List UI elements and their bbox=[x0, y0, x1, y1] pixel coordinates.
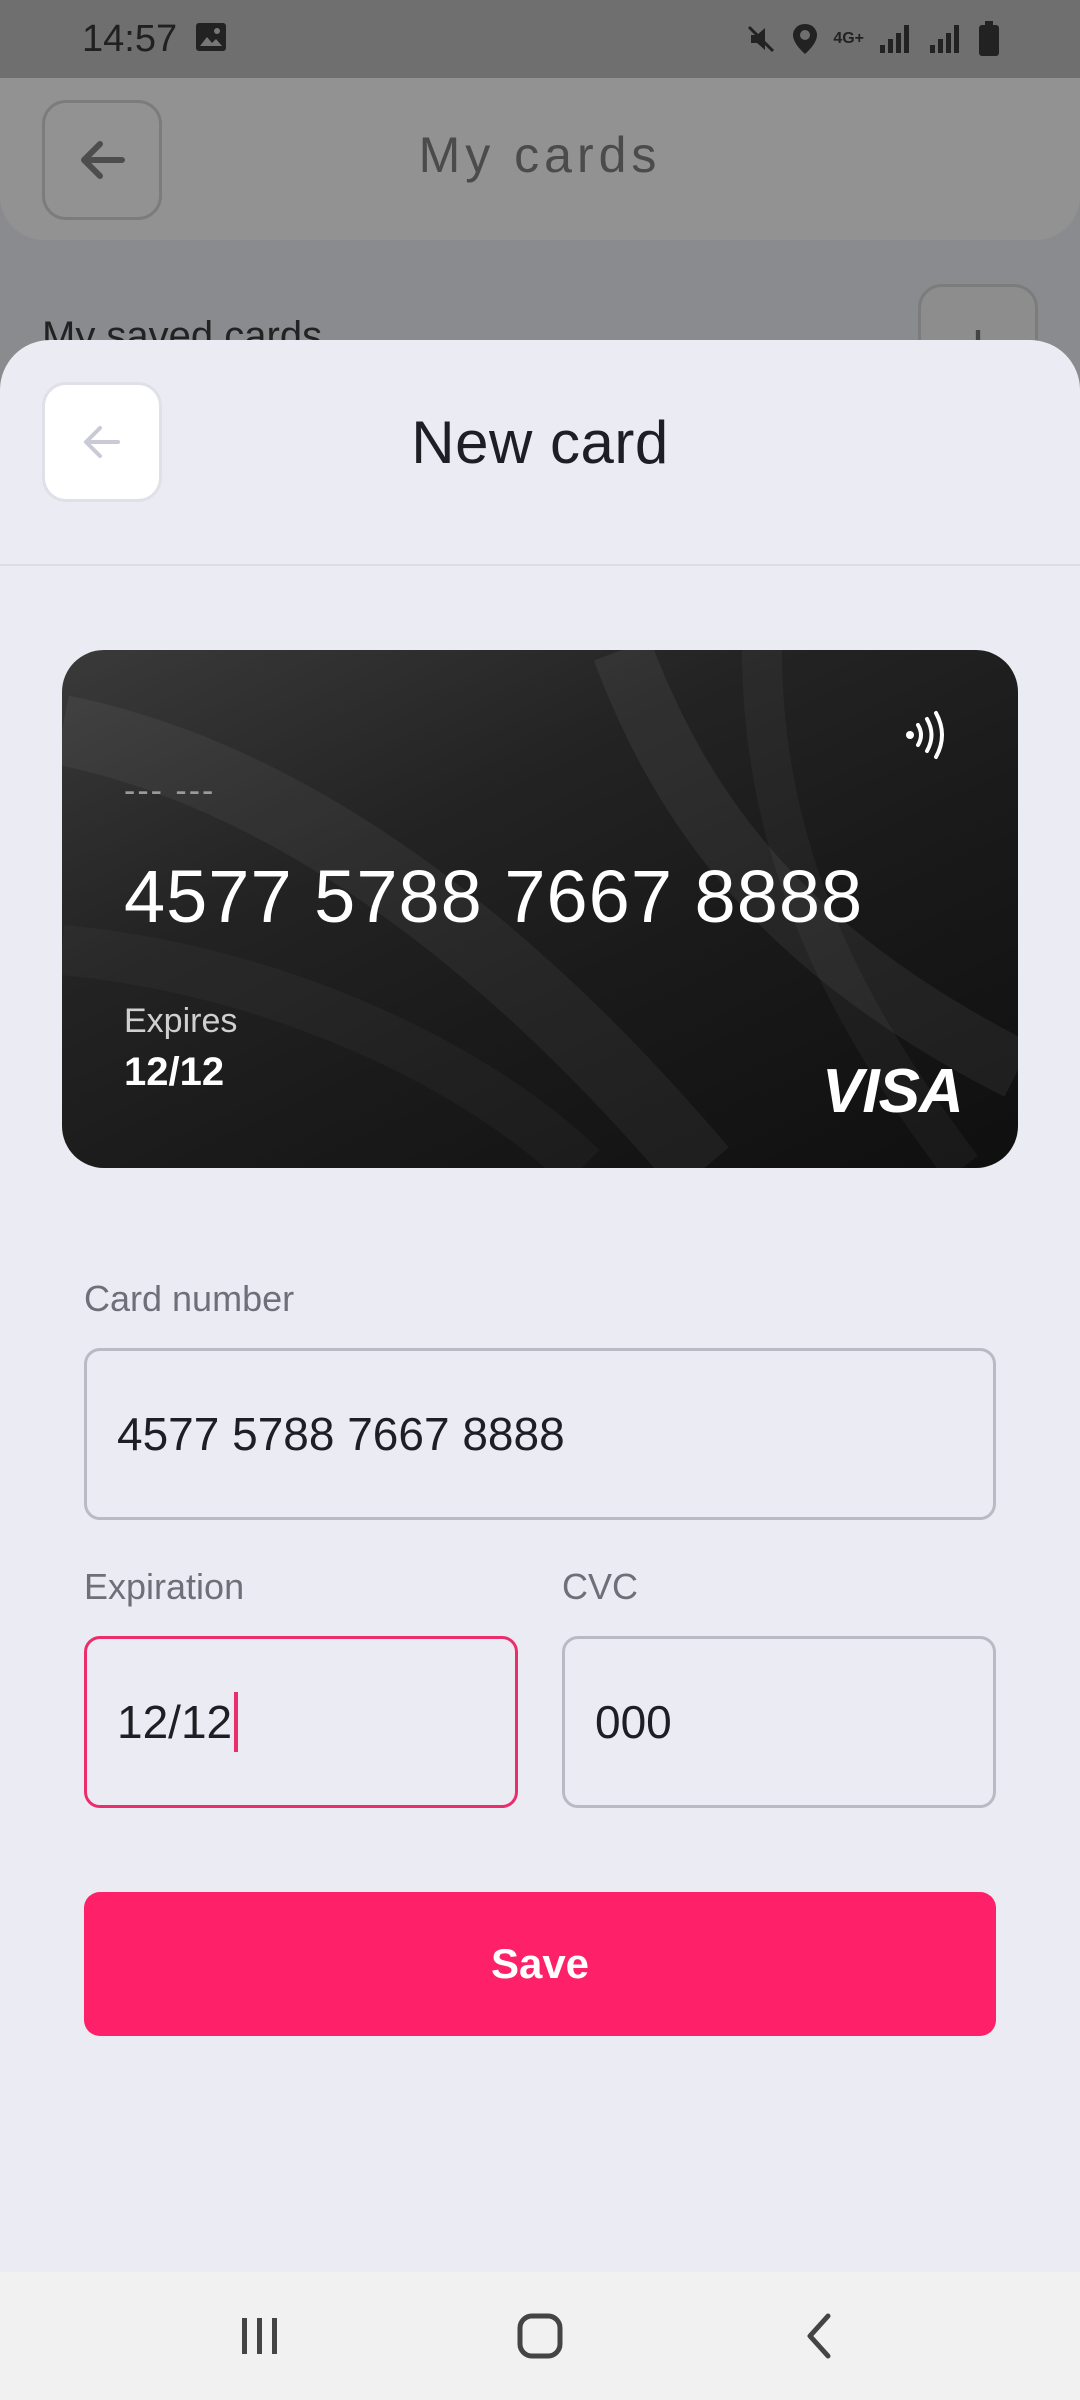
status-left: 14:57 bbox=[82, 18, 227, 61]
network-type: 4G+ bbox=[833, 30, 864, 47]
card-expires-label: Expires bbox=[124, 1002, 238, 1040]
navigation-bar bbox=[0, 2272, 1080, 2400]
signal-icon-2 bbox=[928, 23, 964, 55]
save-button[interactable]: Save bbox=[84, 1892, 996, 2036]
recent-apps-icon bbox=[242, 2318, 277, 2354]
card-preview: --- --- 4577 5788 7667 8888 Expires 12/1… bbox=[62, 650, 1018, 1168]
expiration-value: 12/12 bbox=[117, 1696, 233, 1748]
card-number-label: Card number bbox=[84, 1278, 295, 1319]
cvc-input[interactable]: 000 bbox=[562, 1636, 996, 1808]
cvc-label: CVC bbox=[562, 1566, 639, 1607]
status-bar: 14:57 4G+ bbox=[0, 0, 1080, 78]
image-icon bbox=[195, 22, 227, 57]
background-header: My cards bbox=[0, 78, 1080, 240]
sheet-header: New card bbox=[0, 340, 1080, 566]
card-expires-value: 12/12 bbox=[124, 1050, 225, 1094]
back-nav-button[interactable] bbox=[770, 2286, 870, 2386]
status-time: 14:57 bbox=[82, 17, 178, 60]
text-caret bbox=[234, 1692, 239, 1752]
visa-logo: VISA bbox=[822, 1057, 964, 1126]
card-number-value: 4577 5788 7667 8888 bbox=[117, 1408, 565, 1460]
signal-icon bbox=[878, 23, 914, 55]
home-button[interactable] bbox=[490, 2286, 590, 2386]
cvc-value: 000 bbox=[595, 1696, 672, 1748]
background-title: My cards bbox=[418, 127, 662, 183]
chevron-left-icon bbox=[807, 2313, 831, 2359]
card-holder-name: --- --- bbox=[124, 772, 216, 810]
expiration-label: Expiration bbox=[84, 1566, 245, 1607]
expiration-input[interactable]: 12/12 bbox=[84, 1636, 518, 1808]
recent-apps-button[interactable] bbox=[210, 2286, 310, 2386]
card-number-display: 4577 5788 7667 8888 bbox=[124, 855, 864, 938]
new-card-sheet: New card --- --- 4577 5788 7667 8888 Exp… bbox=[0, 340, 1080, 2272]
card-number-input[interactable]: 4577 5788 7667 8888 bbox=[84, 1348, 996, 1520]
sheet-title: New card bbox=[411, 409, 669, 476]
home-icon bbox=[517, 2313, 563, 2359]
mute-icon bbox=[745, 23, 777, 55]
battery-icon bbox=[978, 21, 1000, 57]
status-right: 4G+ bbox=[745, 21, 1000, 57]
location-icon bbox=[791, 22, 819, 56]
screen: 14:57 4G+ My cards My saved cards New ca… bbox=[0, 0, 1080, 2400]
contactless-icon bbox=[904, 710, 950, 765]
